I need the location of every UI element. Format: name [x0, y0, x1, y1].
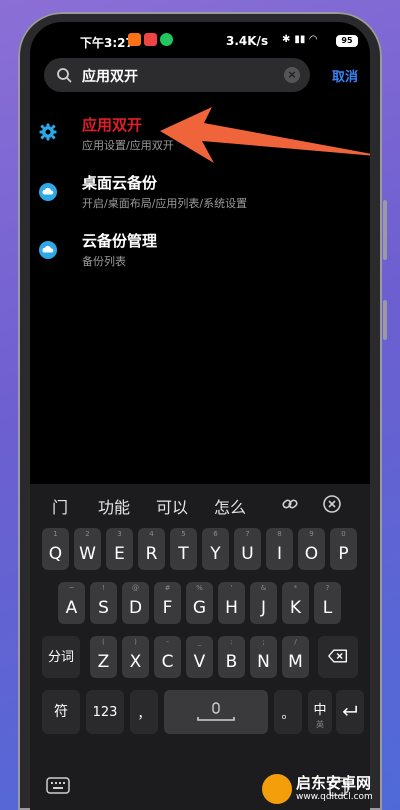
- key-x[interactable]: ) X: [122, 636, 149, 678]
- result-subtitle: 开启/桌面布局/应用列表/系统设置: [82, 197, 248, 210]
- system-icons: ✱ ▮▮ ◠: [282, 34, 317, 45]
- fenci-key[interactable]: 分词: [42, 636, 80, 678]
- watermark: 启东安卓网 www.qdltdcl.com: [262, 772, 400, 810]
- search-icon: [57, 68, 72, 83]
- language-key[interactable]: 中 英: [308, 690, 332, 734]
- key-e[interactable]: 3E: [106, 528, 133, 570]
- clipboard-link-icon[interactable]: [280, 494, 300, 514]
- result-title: 桌面云备份: [82, 174, 158, 192]
- cancel-button[interactable]: 取消: [332, 66, 358, 85]
- search-query: 应用双开: [82, 69, 138, 85]
- period-key[interactable]: 。: [274, 690, 302, 734]
- key-y[interactable]: 6Y: [202, 528, 229, 570]
- key-z[interactable]: (Z: [90, 636, 117, 678]
- search-input[interactable]: 应用双开 ×: [44, 58, 310, 92]
- backspace-key[interactable]: [318, 636, 358, 678]
- gear-icon: [39, 123, 57, 141]
- key-m[interactable]: / M: [282, 636, 309, 678]
- space-key[interactable]: [164, 690, 268, 734]
- key-j[interactable]: & J: [250, 582, 277, 624]
- key-i[interactable]: 8I: [266, 528, 293, 570]
- key-p[interactable]: 0P: [330, 528, 357, 570]
- symbol-key[interactable]: 符: [42, 690, 80, 734]
- key-o[interactable]: 9O: [298, 528, 325, 570]
- annotation-arrow-icon: [160, 107, 370, 163]
- microphone-icon: [197, 702, 235, 721]
- candidate-bar: 门 功能 可以 怎么: [30, 484, 370, 524]
- key-b[interactable]: :B: [218, 636, 245, 678]
- key-n[interactable]: ; N: [250, 636, 277, 678]
- candidate-word[interactable]: 功能: [98, 494, 130, 518]
- key-r[interactable]: 4R: [138, 528, 165, 570]
- cloud-icon: [39, 241, 57, 259]
- key-c[interactable]: -C: [154, 636, 181, 678]
- candidate-word[interactable]: 可以: [156, 494, 188, 518]
- result-subtitle: 备份列表: [82, 255, 126, 268]
- watermark-logo-icon: [262, 774, 292, 804]
- signal-icon: ▮▮: [294, 34, 306, 45]
- key-s[interactable]: ! S: [90, 582, 117, 624]
- app-notification-icon: [128, 33, 141, 46]
- key-d[interactable]: @ D: [122, 582, 149, 624]
- key-a[interactable]: ~ A: [58, 582, 85, 624]
- enter-key[interactable]: [336, 690, 364, 734]
- battery-icon: 95: [336, 35, 358, 47]
- app-notification-icon: [144, 33, 157, 46]
- enter-icon: [342, 705, 357, 716]
- comma-key[interactable]: ，: [130, 690, 158, 734]
- phone-notification-icon: [160, 33, 173, 46]
- key-g[interactable]: % G: [186, 582, 213, 624]
- notification-icons: [128, 33, 173, 46]
- backspace-icon: [328, 649, 347, 663]
- status-bar: 下午3:27 3.4K/s ✱ ▮▮ ◠ 95: [30, 32, 370, 52]
- candidate-word[interactable]: 门: [52, 494, 68, 518]
- screen: 下午3:27 3.4K/s ✱ ▮▮ ◠ 95 应用双开 × 取消 应用双开 应…: [30, 22, 370, 810]
- volume-button: [383, 200, 387, 260]
- result-title: 应用双开: [82, 116, 143, 134]
- network-speed: 3.4K/s: [226, 34, 269, 48]
- key-v[interactable]: _ V: [186, 636, 213, 678]
- key-f[interactable]: # F: [154, 582, 181, 624]
- search-result-item[interactable]: 云备份管理 备份列表: [30, 228, 370, 278]
- key-t[interactable]: 5T: [170, 528, 197, 570]
- number-key[interactable]: 123: [86, 690, 124, 734]
- bluetooth-icon: ✱: [282, 34, 291, 45]
- power-button: [383, 300, 387, 340]
- cloud-icon: [39, 183, 57, 201]
- candidate-word[interactable]: 怎么: [214, 494, 246, 518]
- key-l[interactable]: ? L: [314, 582, 341, 624]
- keyboard-switch-icon[interactable]: [46, 776, 70, 796]
- key-q[interactable]: 1Q: [42, 528, 69, 570]
- keyboard: 门 功能 可以 怎么 1Q 2W 3E 4R 5T 6Y 7U 8I 9O 0P…: [30, 484, 370, 810]
- key-w[interactable]: 2W: [74, 528, 101, 570]
- key-h[interactable]: ' H: [218, 582, 245, 624]
- watermark-url: www.qdltdcl.com: [296, 792, 373, 802]
- wifi-icon: ◠: [309, 34, 318, 45]
- close-keyboard-icon[interactable]: [322, 494, 342, 514]
- result-title: 云备份管理: [82, 232, 158, 250]
- clear-icon[interactable]: ×: [284, 67, 300, 83]
- key-k[interactable]: * K: [282, 582, 309, 624]
- status-time: 下午3:27: [80, 36, 134, 50]
- key-u[interactable]: 7U: [234, 528, 261, 570]
- watermark-title: 启东安卓网: [296, 774, 372, 792]
